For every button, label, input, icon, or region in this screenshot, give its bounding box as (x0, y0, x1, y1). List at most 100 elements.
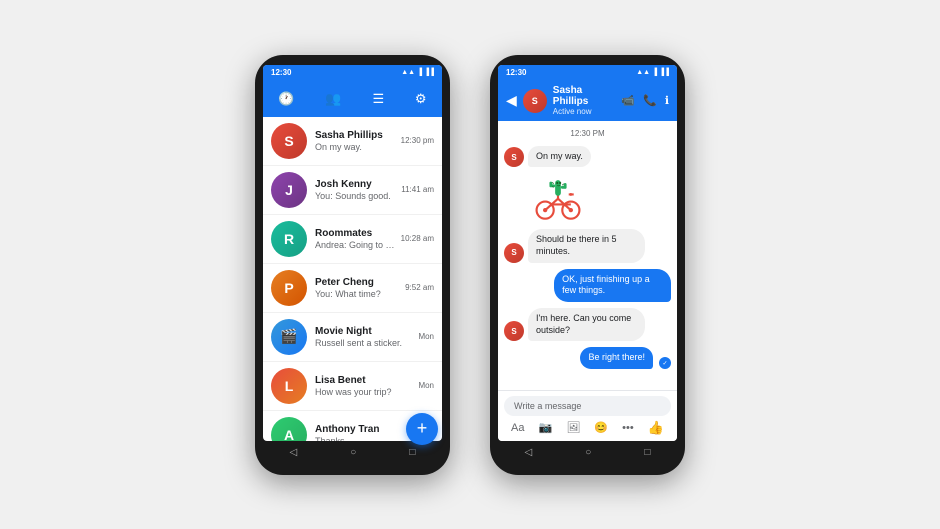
msg-avatar-sasha-2: S (504, 243, 524, 263)
convo-info-peter: Peter Cheng You: What time? (315, 277, 401, 299)
convo-item-josh[interactable]: J Josh Kenny You: Sounds good. 11:41 am (263, 166, 442, 215)
avatar-roommates: R (271, 221, 307, 257)
convo-item-sasha[interactable]: S Sasha Phillips On my way. 12:30 pm (263, 117, 442, 166)
info-icon[interactable]: ℹ (665, 94, 669, 107)
right-phone-nav: ◁ ○ □ (498, 441, 677, 465)
bubble-5: I'm here. Can you come outside? (528, 308, 645, 341)
phone-call-icon[interactable]: 📞 (643, 94, 657, 107)
bubble-3: Should be there in 5 minutes. (528, 229, 645, 262)
sticker-area (504, 173, 671, 223)
sticker-image (528, 173, 588, 223)
convo-preview-roommates: Andrea: Going to Kevin's tonight? (315, 240, 397, 250)
convo-item-roommates[interactable]: R Roommates Andrea: Going to Kevin's ton… (263, 215, 442, 264)
convo-time-lisa: Mon (418, 381, 434, 390)
wifi-icon: ▐ (652, 69, 657, 76)
convo-preview-movie: Russell sent a sticker. (315, 338, 414, 348)
like-icon[interactable]: 👍 (648, 420, 664, 436)
chat-contact-name: Sasha Phillips (553, 85, 616, 107)
message-row-1: S On my way. (504, 146, 671, 168)
left-time: 12:30 (271, 68, 291, 77)
convo-name-movie: Movie Night (315, 326, 414, 337)
right-phone: 12:30 ▲▲ ▐ ▐▐ ◀ S Sasha Phillips Active … (490, 55, 685, 475)
convo-time-movie: Mon (418, 332, 434, 341)
back-button[interactable]: ◀ (506, 92, 517, 109)
convo-info-movie: Movie Night Russell sent a sticker. (315, 326, 414, 348)
convo-time-peter: 9:52 am (405, 283, 434, 292)
wifi-icon: ▐ (417, 69, 422, 76)
right-status-bar: 12:30 ▲▲ ▐ ▐▐ (498, 65, 677, 81)
left-screen: 12:30 ▲▲ ▐ ▐▐ 🕐 👥 ☰ ⚙ S Sasha Phillips O… (263, 65, 442, 441)
signal-icon: ▲▲ (401, 69, 415, 76)
emoji-icon[interactable]: 😊 (594, 421, 608, 434)
convo-info-josh: Josh Kenny You: Sounds good. (315, 179, 397, 201)
convo-name-peter: Peter Cheng (315, 277, 401, 288)
convo-item-peter[interactable]: P Peter Cheng You: What time? 9:52 am (263, 264, 442, 313)
convo-item-lisa[interactable]: L Lisa Benet How was your trip? Mon (263, 362, 442, 411)
conversation-list: S Sasha Phillips On my way. 12:30 pm J J… (263, 117, 442, 441)
left-phone: 12:30 ▲▲ ▐ ▐▐ 🕐 👥 ☰ ⚙ S Sasha Phillips O… (255, 55, 450, 475)
convo-time-josh: 11:41 am (401, 185, 434, 194)
chat-messages: 12:30 PM S On my way. (498, 121, 677, 390)
avatar-movie: 🎬 (271, 319, 307, 355)
video-call-icon[interactable]: 📹 (621, 94, 635, 107)
msg-avatar-sasha: S (504, 147, 524, 167)
chat-input-bar: Write a message Aa 📷 🖼 😊 ••• 👍 (498, 390, 677, 441)
bubble-4: OK, just finishing up a few things. (554, 269, 671, 302)
convo-name-josh: Josh Kenny (315, 179, 397, 190)
left-phone-nav: ◁ ○ □ (263, 441, 442, 465)
avatar-sasha: S (271, 123, 307, 159)
back-button[interactable]: ◁ (525, 447, 533, 458)
photo-icon[interactable]: 🖼 (566, 421, 580, 434)
signal-icon: ▲▲ (636, 69, 650, 76)
chat-contact-avatar: S (523, 89, 547, 113)
avatar-josh: J (271, 172, 307, 208)
battery-icon: ▐▐ (424, 69, 434, 76)
more-icon[interactable]: ••• (622, 422, 634, 434)
convo-info-lisa: Lisa Benet How was your trip? (315, 375, 414, 397)
menu-icon[interactable]: ☰ (366, 91, 390, 107)
message-row-5: S I'm here. Can you come outside? (504, 308, 671, 341)
people-icon[interactable]: 👥 (319, 91, 347, 107)
right-time: 12:30 (506, 68, 526, 77)
convo-name-lisa: Lisa Benet (315, 375, 414, 386)
convo-info-roommates: Roommates Andrea: Going to Kevin's tonig… (315, 228, 397, 250)
chat-contact-status: Active now (553, 107, 616, 116)
message-row-4: OK, just finishing up a few things. (504, 269, 671, 302)
recent-icon[interactable]: 🕐 (272, 91, 300, 107)
message-row-6: Be right there! ✓ (504, 347, 671, 369)
convo-preview-sasha: On my way. (315, 142, 397, 152)
home-button[interactable]: ○ (350, 447, 356, 458)
convo-name-roommates: Roommates (315, 228, 397, 239)
settings-icon[interactable]: ⚙ (409, 91, 433, 107)
read-receipt-icon: ✓ (659, 357, 671, 369)
chat-toolbar: Aa 📷 🖼 😊 ••• 👍 (504, 420, 671, 436)
right-screen: 12:30 ▲▲ ▐ ▐▐ ◀ S Sasha Phillips Active … (498, 65, 677, 441)
avatar-lisa: L (271, 368, 307, 404)
left-status-bar: 12:30 ▲▲ ▐ ▐▐ (263, 65, 442, 81)
chat-header: ◀ S Sasha Phillips Active now 📹 📞 ℹ (498, 81, 677, 121)
fab-button[interactable]: + (406, 413, 438, 441)
msg-avatar-sasha-3: S (504, 321, 524, 341)
avatar-peter: P (271, 270, 307, 306)
convo-info-sasha: Sasha Phillips On my way. (315, 130, 397, 152)
bubble-1: On my way. (528, 146, 591, 168)
convo-time-roommates: 10:28 am (401, 234, 434, 243)
message-timestamp: 12:30 PM (504, 129, 671, 138)
back-button[interactable]: ◁ (290, 447, 298, 458)
convo-name-sasha: Sasha Phillips (315, 130, 397, 141)
recents-button[interactable]: □ (644, 447, 650, 458)
camera-icon[interactable]: 📷 (539, 421, 553, 434)
home-button[interactable]: ○ (585, 447, 591, 458)
text-format-icon[interactable]: Aa (511, 422, 524, 434)
recents-button[interactable]: □ (409, 447, 415, 458)
left-status-icons: ▲▲ ▐ ▐▐ (401, 69, 434, 76)
messenger-nav: 🕐 👥 ☰ ⚙ (263, 81, 442, 117)
convo-item-movie[interactable]: 🎬 Movie Night Russell sent a sticker. Mo… (263, 313, 442, 362)
bubble-6: Be right there! (580, 347, 653, 369)
convo-preview-lisa: How was your trip? (315, 387, 414, 397)
convo-preview-josh: You: Sounds good. (315, 191, 397, 201)
avatar-anthony: A (271, 417, 307, 441)
convo-preview-peter: You: What time? (315, 289, 401, 299)
message-input-field[interactable]: Write a message (504, 396, 671, 416)
battery-icon: ▐▐ (659, 69, 669, 76)
